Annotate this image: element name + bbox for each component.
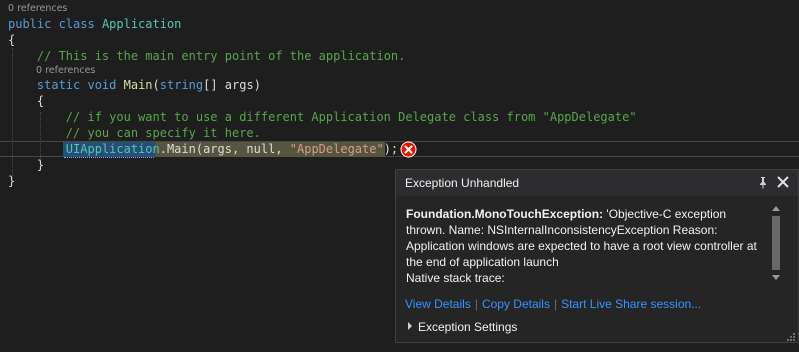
- keyword: string: [159, 78, 204, 92]
- statement-end: );: [383, 142, 399, 156]
- comment: // This is the main entry point of the a…: [36, 49, 406, 63]
- code-line-2: {: [8, 33, 16, 47]
- call-args: .Main(args, null,: [159, 142, 290, 156]
- message-scrollbar[interactable]: [770, 204, 782, 284]
- exception-settings-expander[interactable]: Exception Settings: [408, 320, 517, 334]
- code-line-8[interactable]: UIApplication.Main(args, null, "AppDeleg…: [8, 141, 398, 157]
- resize-grip-icon[interactable]: [786, 332, 796, 342]
- view-details-link[interactable]: View Details: [405, 297, 471, 311]
- class-name: Application: [101, 17, 182, 31]
- brace: {: [36, 94, 45, 108]
- link-separator: |: [474, 297, 478, 311]
- paren: (: [152, 78, 160, 92]
- brace: }: [36, 158, 45, 172]
- class-name[interactable]: UIApplication: [66, 142, 160, 156]
- code-line-3: // This is the main entry point of the a…: [8, 48, 405, 64]
- comment: // if you want to use a different Applic…: [65, 110, 637, 124]
- link-separator: |: [553, 297, 558, 311]
- string-literal: "AppDelegate": [289, 142, 384, 156]
- live-share-link[interactable]: Start Live Share session...: [561, 297, 701, 311]
- action-links: View Details | Copy Details | Start Live Sha…: [405, 297, 701, 311]
- code-line-1: public class Application: [8, 16, 181, 32]
- method-name: Main: [123, 78, 153, 92]
- pin-icon[interactable]: [758, 176, 768, 189]
- popup-title: Exception Unhandled: [405, 176, 520, 190]
- keyword: public class: [8, 17, 95, 31]
- scroll-down-arrow-icon[interactable]: [772, 275, 780, 280]
- error-icon[interactable]: [400, 141, 417, 158]
- exception-helper-popup: Exception Unhandled Foundation.MonoTouch…: [395, 169, 799, 343]
- comment: // you can specify it here.: [65, 126, 261, 140]
- scroll-thumb[interactable]: [772, 216, 780, 270]
- code-line-4: static void Main(string[] args): [8, 77, 261, 93]
- copy-details-link[interactable]: Copy Details: [482, 297, 550, 311]
- code-line-10: }: [8, 174, 16, 188]
- code-line-7: // you can specify it here.: [8, 125, 261, 141]
- params: [] args): [203, 78, 261, 92]
- exception-settings-label: Exception Settings: [418, 320, 518, 334]
- popup-header: Exception Unhandled: [396, 170, 798, 196]
- code-line-6: // if you want to use a different Applic…: [8, 109, 637, 125]
- expand-caret-icon[interactable]: [408, 322, 412, 330]
- scroll-up-arrow-icon[interactable]: [772, 206, 780, 211]
- close-icon[interactable]: [777, 176, 789, 188]
- main-references-codelens[interactable]: 0 references: [36, 65, 95, 77]
- code-line-9: }: [8, 157, 44, 173]
- code-line-5: {: [8, 93, 44, 109]
- exception-type: Foundation.MonoTouchException:: [406, 207, 604, 221]
- class-references-codelens[interactable]: 0 references: [8, 3, 67, 15]
- exception-message: Foundation.MonoTouchException: 'Objectiv…: [406, 206, 766, 286]
- stack-trace-label: Native stack trace:: [406, 271, 505, 285]
- keyword: static void: [36, 78, 117, 92]
